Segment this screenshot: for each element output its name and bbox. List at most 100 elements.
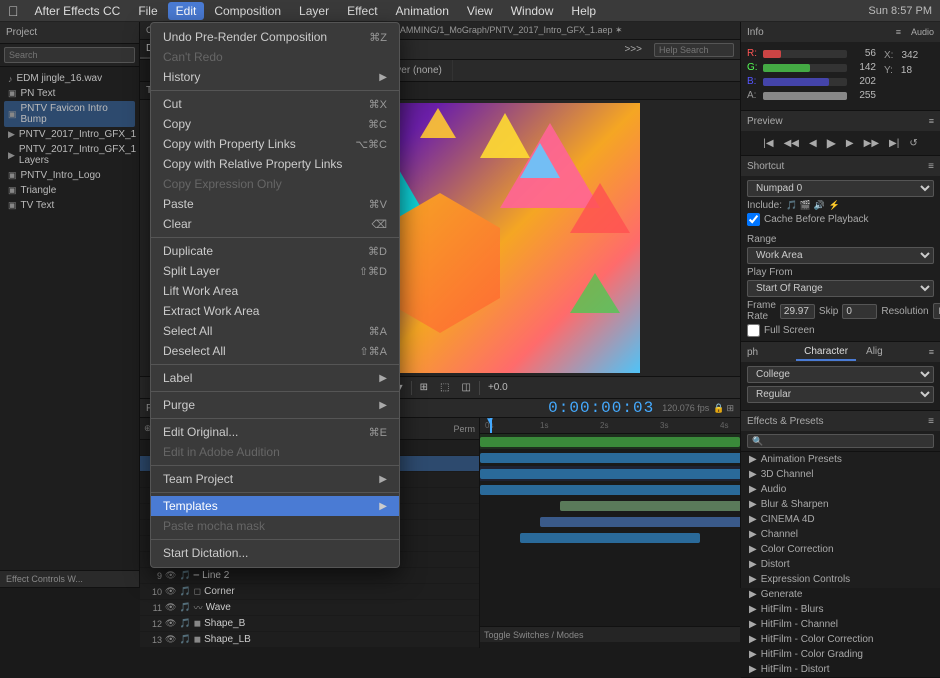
- prev-first-btn[interactable]: |◀: [760, 137, 776, 150]
- info-panel-header[interactable]: Info ≡ Audio: [741, 22, 940, 42]
- layer-row[interactable]: 9 👁 🎵 ━ Line 2: [140, 568, 479, 584]
- range-dropdown[interactable]: Work Area: [747, 247, 934, 264]
- project-search-input[interactable]: [4, 47, 135, 63]
- help-search-input[interactable]: [654, 43, 734, 57]
- effects-search-input[interactable]: [747, 434, 934, 448]
- project-item[interactable]: ▣ PN Text: [4, 86, 135, 101]
- char-menu-icon[interactable]: ≡: [929, 347, 934, 357]
- effect-item[interactable]: ▶ Distort: [741, 557, 940, 572]
- project-item[interactable]: ▶ PNTV_2017_Intro_GFX_1 Layers: [4, 142, 135, 168]
- menu-start-dictation[interactable]: Start Dictation...: [151, 543, 399, 563]
- prev-loop-btn[interactable]: ↺: [906, 137, 920, 150]
- comp-tab-more[interactable]: >>>: [618, 44, 648, 55]
- play-from-dropdown[interactable]: Start Of Range: [747, 280, 934, 297]
- menu-composition[interactable]: Composition: [206, 2, 289, 20]
- menu-edit-original[interactable]: Edit Original... ⌘E: [151, 422, 399, 442]
- resolution-dropdown[interactable]: Full: [933, 303, 940, 319]
- menu-cut[interactable]: Cut ⌘X: [151, 94, 399, 114]
- audio-tab-label[interactable]: Audio: [911, 27, 934, 37]
- effect-item[interactable]: ▶ HitFilm - Distort: [741, 662, 940, 677]
- playhead[interactable]: [490, 418, 492, 433]
- preview-panel-header[interactable]: Preview ≡: [741, 111, 940, 131]
- full-screen-checkbox[interactable]: [747, 324, 760, 337]
- menu-purge[interactable]: Purge ▶: [151, 395, 399, 415]
- layer-eye[interactable]: 👁: [165, 634, 176, 645]
- layer-row[interactable]: 12 👁 🎵 ◼ Shape_B: [140, 616, 479, 632]
- effect-item[interactable]: ▶ HitFilm - Blurs: [741, 602, 940, 617]
- effect-item[interactable]: ▶ Color Correction: [741, 542, 940, 557]
- effects-panel-header[interactable]: Effects & Presets ≡: [741, 411, 940, 431]
- info-menu-icon[interactable]: ≡: [896, 27, 901, 37]
- project-item[interactable]: ▣ TV Text: [4, 198, 135, 213]
- layer-audio[interactable]: 🎵: [179, 634, 190, 645]
- preview-menu-icon[interactable]: ≡: [929, 116, 934, 126]
- menu-help[interactable]: Help: [563, 2, 604, 20]
- timeline-lock-btn[interactable]: 🔒: [713, 403, 724, 414]
- grid-btn[interactable]: ⊞: [416, 381, 432, 394]
- effect-item[interactable]: ▶ Blur & Sharpen: [741, 497, 940, 512]
- layer-row[interactable]: 10 👁 🎵 ◻ Corner: [140, 584, 479, 600]
- menu-copy-property-links[interactable]: Copy with Property Links ⌥⌘C: [151, 134, 399, 154]
- menu-animation[interactable]: Animation: [388, 2, 457, 20]
- time-code[interactable]: 0:00:00:03: [548, 399, 654, 417]
- prev-fwd-frame[interactable]: ▶: [843, 137, 857, 150]
- effect-item[interactable]: ▶ HitFilm - Color Grading: [741, 647, 940, 662]
- tab-align[interactable]: Alig: [858, 344, 891, 361]
- menu-copy-relative[interactable]: Copy with Relative Property Links: [151, 154, 399, 174]
- tab-character[interactable]: Character: [796, 344, 856, 361]
- project-item[interactable]: ▶ PNTV_2017_Intro_GFX_1: [4, 127, 135, 142]
- safe-margins-btn[interactable]: ⬚: [436, 381, 453, 394]
- effect-item[interactable]: ▶ HitFilm - Channel: [741, 617, 940, 632]
- project-item-selected[interactable]: ▣ PNTV Favicon Intro Bump: [4, 101, 135, 127]
- effect-item[interactable]: ▶ Animation Presets: [741, 452, 940, 467]
- menu-split-layer[interactable]: Split Layer ⇧⌘D: [151, 261, 399, 281]
- menu-paste[interactable]: Paste ⌘V: [151, 194, 399, 214]
- effect-item[interactable]: ▶ Channel: [741, 527, 940, 542]
- cache-checkbox[interactable]: [747, 213, 760, 226]
- menu-undo[interactable]: Undo Pre-Render Composition ⌘Z: [151, 27, 399, 47]
- layer-eye[interactable]: 👁: [165, 618, 176, 629]
- menu-deselect-all[interactable]: Deselect All ⇧⌘A: [151, 341, 399, 361]
- effect-item[interactable]: ▶ HitFilm - Color Correction: [741, 632, 940, 647]
- menu-clear[interactable]: Clear ⌫: [151, 214, 399, 234]
- menu-edit[interactable]: Edit: [168, 2, 205, 20]
- menu-history[interactable]: History ▶: [151, 67, 399, 87]
- font-select[interactable]: College: [747, 366, 934, 383]
- prev-play-btn[interactable]: ▶: [824, 135, 839, 151]
- layer-audio[interactable]: 🎵: [179, 602, 190, 613]
- menu-window[interactable]: Window: [503, 2, 562, 20]
- effects-menu-icon[interactable]: ≡: [928, 416, 934, 427]
- prev-last-btn[interactable]: ▶|: [886, 137, 902, 150]
- menu-after-effects[interactable]: After Effects CC: [27, 2, 129, 20]
- frame-rate-input[interactable]: [780, 304, 815, 319]
- menu-team-project[interactable]: Team Project ▶: [151, 469, 399, 489]
- project-item[interactable]: ♪ EDM jingle_16.wav: [4, 71, 135, 86]
- prev-back-btn[interactable]: ◀◀: [781, 137, 802, 150]
- layer-row[interactable]: 11 👁 🎵 〰 Wave: [140, 600, 479, 616]
- menu-lift-work-area[interactable]: Lift Work Area: [151, 281, 399, 301]
- menu-copy[interactable]: Copy ⌘C: [151, 114, 399, 134]
- skip-input[interactable]: [842, 304, 877, 319]
- style-select[interactable]: Regular: [747, 386, 934, 403]
- layer-eye[interactable]: 👁: [165, 570, 176, 581]
- exposure-btn[interactable]: +0.0: [484, 381, 512, 394]
- effect-item[interactable]: ▶ CINEMA 4D: [741, 512, 940, 527]
- menu-effect[interactable]: Effect: [339, 2, 385, 20]
- effect-item[interactable]: ▶ Audio: [741, 482, 940, 497]
- project-item[interactable]: ▣ PNTV_Intro_Logo: [4, 168, 135, 183]
- layer-audio[interactable]: 🎵: [179, 618, 190, 629]
- menu-select-all[interactable]: Select All ⌘A: [151, 321, 399, 341]
- project-item[interactable]: ▣ Triangle: [4, 183, 135, 198]
- effect-item[interactable]: ▶ Generate: [741, 587, 940, 602]
- menu-view[interactable]: View: [459, 2, 501, 20]
- menu-duplicate[interactable]: Duplicate ⌘D: [151, 241, 399, 261]
- menu-extract-work-area[interactable]: Extract Work Area: [151, 301, 399, 321]
- shortcut-menu-icon[interactable]: ≡: [928, 161, 934, 172]
- effect-item[interactable]: ▶ 3D Channel: [741, 467, 940, 482]
- layer-row[interactable]: 13 👁 🎵 ◼ Shape_LB: [140, 632, 479, 648]
- layer-audio[interactable]: 🎵: [179, 570, 190, 581]
- effect-item[interactable]: ▶ Expression Controls: [741, 572, 940, 587]
- character-header[interactable]: ph Character Alig ≡: [741, 342, 940, 362]
- layer-eye[interactable]: 👁: [165, 602, 176, 613]
- transparency-btn[interactable]: ◫: [458, 381, 475, 394]
